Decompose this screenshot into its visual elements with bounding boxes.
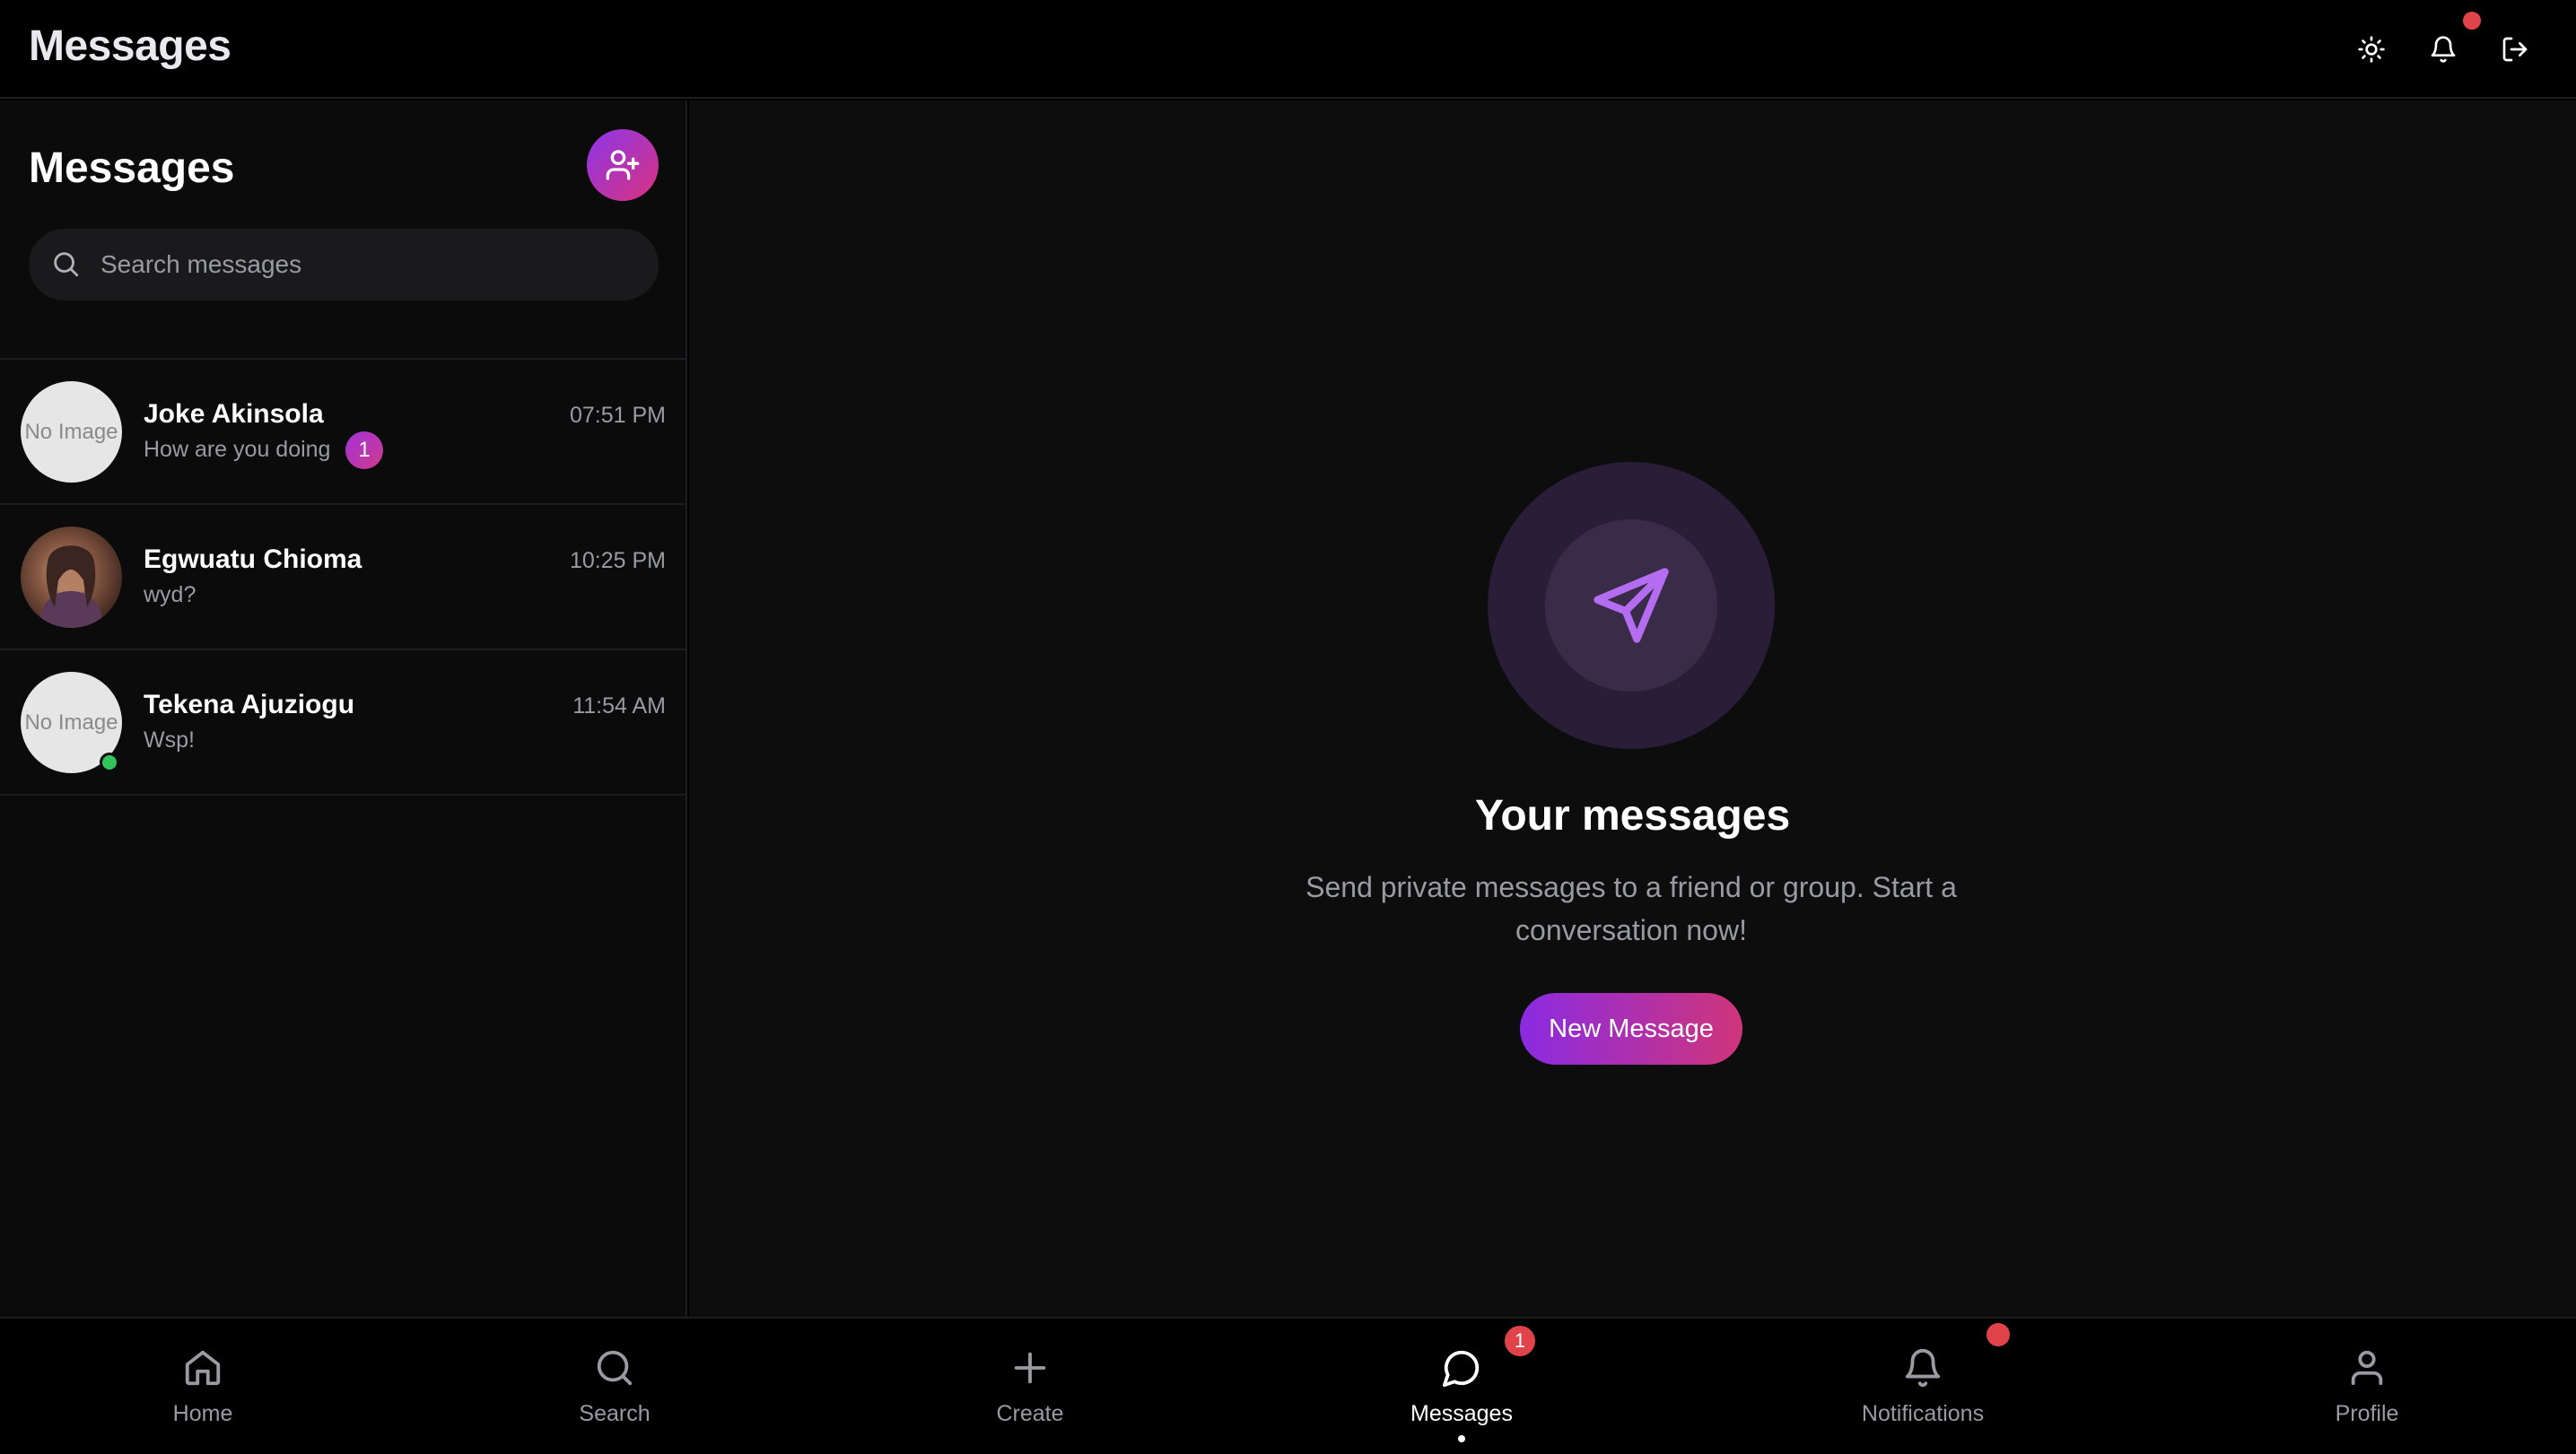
nav-create[interactable]: Create — [940, 1319, 1120, 1454]
chat-bubble-icon — [1439, 1345, 1484, 1390]
message-preview: Wsp! — [144, 727, 195, 753]
profile-photo — [39, 545, 104, 628]
app-title: Messages — [29, 22, 231, 70]
sun-icon — [2358, 36, 2385, 63]
main-panel: Your messages Send private messages to a… — [689, 100, 2576, 1317]
notification-dot — [2463, 12, 2481, 30]
nav-label: Messages — [1410, 1401, 1513, 1426]
avatar: No Image — [21, 381, 122, 483]
nav-label: Search — [579, 1401, 651, 1426]
hero-inner-circle — [1545, 519, 1717, 692]
empty-state-title: Your messages — [1474, 792, 1791, 840]
paper-plane-icon — [1594, 568, 1669, 643]
empty-state-subtitle: Send private messages to a friend or gro… — [1305, 871, 1957, 946]
contact-name: Tekena Ajuziogu — [144, 690, 355, 719]
unread-badge: 1 — [345, 431, 383, 469]
home-icon — [180, 1345, 225, 1390]
conversation-item[interactable]: No Image Tekena Ajuziogu Wsp! 11:54 AM — [0, 650, 687, 796]
message-time: 11:54 AM — [572, 693, 666, 718]
nav-label: Notifications — [1861, 1401, 1985, 1426]
plus-icon — [1008, 1345, 1052, 1390]
notifications-button[interactable] — [2421, 27, 2466, 72]
search-icon — [592, 1345, 637, 1390]
conversation-item[interactable]: No Image Joke Akinsola How are you doing… — [0, 360, 687, 505]
new-message-button[interactable]: New Message — [1520, 993, 1742, 1065]
nav-label: Create — [996, 1401, 1064, 1426]
bell-icon — [1900, 1345, 1945, 1390]
user-plus-icon — [606, 150, 640, 180]
sidebar-title: Messages — [29, 144, 235, 192]
avatar-placeholder-text: No Image — [24, 419, 118, 444]
search-icon — [54, 252, 79, 277]
search-bar — [29, 229, 659, 300]
theme-toggle-button[interactable] — [2349, 27, 2394, 72]
conversation-item[interactable]: Egwuatu Chioma wyd? 10:25 PM — [0, 505, 687, 650]
message-preview: wyd? — [144, 582, 196, 607]
logout-button[interactable] — [2493, 27, 2537, 72]
avatar — [21, 527, 122, 628]
nav-messages[interactable]: 1 Messages — [1372, 1319, 1551, 1454]
nav-label: Home — [172, 1401, 233, 1426]
nav-label: Profile — [2335, 1401, 2399, 1426]
avatar-placeholder-text: No Image — [24, 710, 118, 735]
new-chat-button[interactable] — [587, 129, 659, 201]
top-bar: Messages — [0, 0, 2576, 99]
nav-profile[interactable]: Profile — [2277, 1319, 2457, 1454]
nav-notifications[interactable]: Notifications — [1833, 1319, 2013, 1454]
online-indicator — [100, 753, 119, 772]
active-indicator — [1458, 1435, 1465, 1442]
message-time: 07:51 PM — [569, 403, 666, 428]
nav-search[interactable]: Search — [525, 1319, 704, 1454]
bell-icon — [2431, 36, 2456, 63]
hero-circle — [1488, 462, 1775, 749]
contact-name: Joke Akinsola — [144, 399, 324, 429]
bottom-navigation: Home Search Create 1 Messages Notificati… — [0, 1317, 2576, 1454]
nav-home[interactable]: Home — [113, 1319, 293, 1454]
notification-dot — [1987, 1323, 2010, 1346]
message-time: 10:25 PM — [569, 548, 666, 573]
search-input[interactable] — [100, 229, 639, 300]
message-preview: How are you doing — [144, 437, 331, 462]
user-icon — [2345, 1345, 2389, 1390]
logout-icon — [2502, 37, 2528, 62]
conversation-sidebar: Messages No Image Joke Akinsola How are … — [0, 100, 687, 1317]
messages-count-badge: 1 — [1505, 1326, 1535, 1356]
contact-name: Egwuatu Chioma — [144, 544, 362, 574]
